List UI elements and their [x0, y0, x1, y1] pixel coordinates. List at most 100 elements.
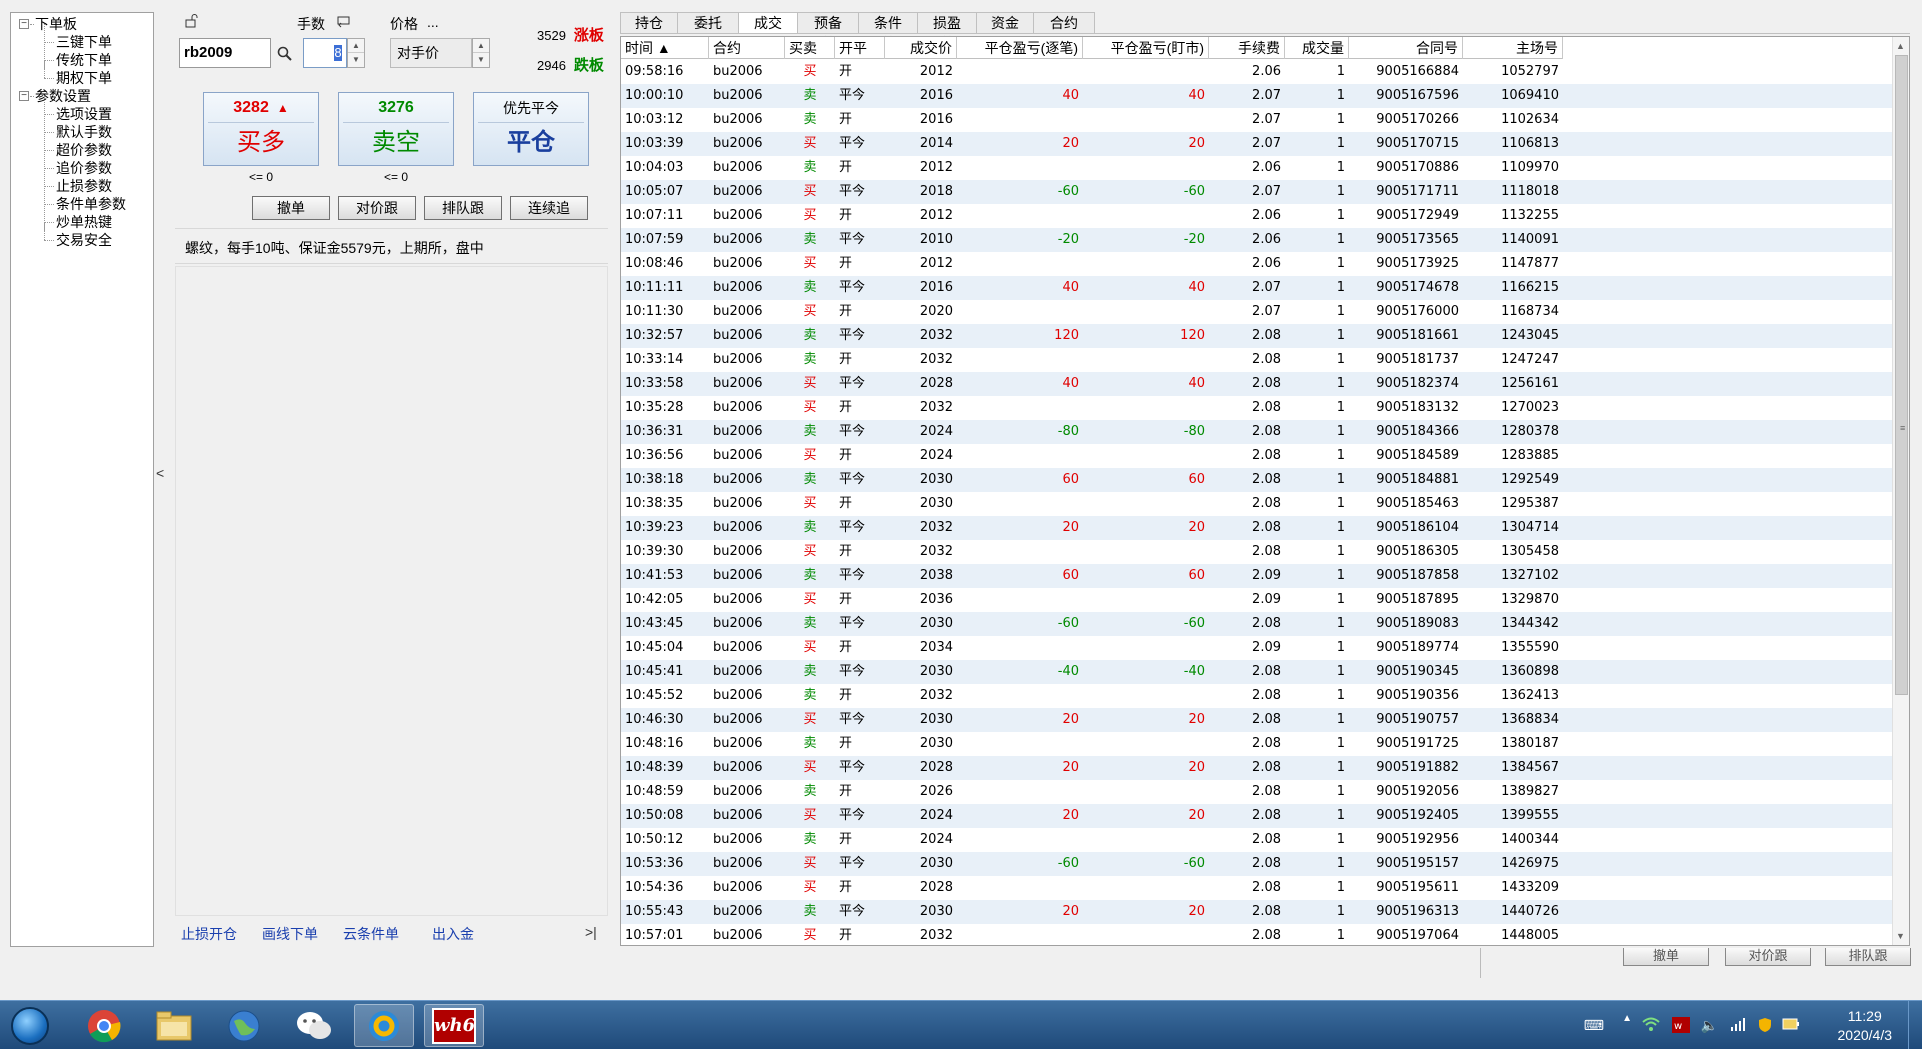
stop-loss-open-link[interactable]: 止损开仓 — [181, 924, 237, 944]
tree-item[interactable]: 止损参数 — [11, 168, 153, 195]
collapse-toggle-icon[interactable]: − — [19, 91, 29, 101]
browser-icon[interactable] — [354, 1004, 414, 1047]
tab[interactable]: 资金 — [976, 12, 1034, 34]
tree-item[interactable]: 选项设置 — [11, 96, 153, 123]
start-button[interactable] — [6, 1004, 54, 1047]
tree-group[interactable]: − 参数设置 — [11, 87, 153, 105]
continuous-chase-button[interactable]: 连续追 — [510, 196, 588, 220]
table-row[interactable]: 10:42:05 bu2006 买 开 2036 2.09 1 9005187895 13298… — [621, 588, 1893, 612]
battery-icon[interactable] — [1782, 1017, 1800, 1033]
scroll-down-icon[interactable]: ▼ — [1896, 931, 1905, 941]
price-more-button[interactable]: ... — [427, 14, 439, 30]
tree-item[interactable]: 三键下单 — [11, 24, 153, 51]
table-row[interactable]: 10:39:23 bu2006 卖 平今 2032 20 20 2.08 1 9005186104… — [621, 516, 1893, 540]
table-row[interactable]: 10:45:04 bu2006 买 开 2034 2.09 1 9005189774 13555… — [621, 636, 1893, 660]
tree-item[interactable]: 超价参数 — [11, 132, 153, 159]
qty-up-icon[interactable]: ▲ — [348, 39, 364, 53]
sell-short-button[interactable]: 3276 卖空 — [338, 92, 454, 166]
price-stepper[interactable]: ▲ ▼ — [472, 38, 490, 68]
qty-input[interactable]: 8 — [303, 38, 347, 68]
symbol-input[interactable]: rb2009 — [179, 38, 271, 68]
volume-icon[interactable]: 🔈 — [1701, 1017, 1718, 1034]
table-row[interactable]: 10:36:56 bu2006 买 开 2024 2.08 1 9005184589 12838… — [621, 444, 1893, 468]
cancel-order-button[interactable]: 撤单 — [252, 196, 330, 220]
table-row[interactable]: 10:33:14 bu2006 卖 开 2032 2.08 1 9005181737 12472… — [621, 348, 1893, 372]
wh6-tray-icon[interactable]: w — [1672, 1017, 1690, 1036]
tab[interactable]: 成交 — [738, 12, 798, 34]
column-header[interactable]: 开平 — [835, 37, 885, 59]
skip-end-icon[interactable]: >| — [585, 924, 597, 940]
qty-down-icon[interactable]: ▼ — [348, 53, 364, 67]
column-header[interactable]: 合同号 — [1349, 37, 1463, 59]
table-row[interactable]: 10:48:16 bu2006 卖 开 2030 2.08 1 9005191725 13801… — [621, 732, 1893, 756]
table-row[interactable]: 10:05:07 bu2006 买 平今 2018 -60 -60 2.07 1 90051717… — [621, 180, 1893, 204]
column-header[interactable]: 成交量 — [1285, 37, 1349, 59]
collapse-panel-icon[interactable]: < — [156, 465, 168, 481]
table-row[interactable]: 10:45:41 bu2006 卖 平今 2030 -40 -40 2.08 1 90051903… — [621, 660, 1893, 684]
close-position-button[interactable]: 优先平今 平仓 — [473, 92, 589, 166]
table-row[interactable]: 10:03:39 bu2006 买 平今 2014 20 20 2.07 1 9005170715… — [621, 132, 1893, 156]
shield-icon[interactable] — [1758, 1017, 1772, 1036]
column-header[interactable]: 主场号 — [1463, 37, 1563, 59]
unlock-icon[interactable] — [183, 13, 201, 29]
follow-counter-price-button[interactable]: 对价跟 — [338, 196, 416, 220]
network-signal-icon[interactable] — [1730, 1017, 1746, 1034]
table-row[interactable]: 10:07:59 bu2006 卖 平今 2010 -20 -20 2.06 1 90051735… — [621, 228, 1893, 252]
table-row[interactable]: 10:43:45 bu2006 卖 平今 2030 -60 -60 2.08 1 90051890… — [621, 612, 1893, 636]
wifi-icon[interactable] — [1642, 1017, 1660, 1034]
table-row[interactable]: 10:48:59 bu2006 卖 开 2026 2.08 1 9005192056 13898… — [621, 780, 1893, 804]
vertical-scrollbar[interactable]: ▲ ≡ ▼ — [1892, 37, 1909, 945]
table-row[interactable]: 10:38:35 bu2006 买 开 2030 2.08 1 9005185463 12953… — [621, 492, 1893, 516]
table-row[interactable]: 10:50:12 bu2006 卖 开 2024 2.08 1 9005192956 14003… — [621, 828, 1893, 852]
column-header[interactable]: 成交价 — [885, 37, 957, 59]
table-row[interactable]: 10:08:46 bu2006 买 开 2012 2.06 1 9005173925 11478… — [621, 252, 1893, 276]
table-row[interactable]: 10:53:36 bu2006 买 平今 2030 -60 -60 2.08 1 90051951… — [621, 852, 1893, 876]
table-row[interactable]: 10:50:08 bu2006 买 平今 2024 20 20 2.08 1 9005192405… — [621, 804, 1893, 828]
keyboard-icon[interactable]: ⌨ — [1584, 1017, 1604, 1034]
tab[interactable]: 预备单 — [797, 12, 859, 51]
tree-item[interactable]: 交易安全 — [11, 222, 153, 249]
tree-item[interactable]: 期权下单 — [11, 60, 153, 87]
scroll-up-icon[interactable]: ▲ — [1896, 41, 1905, 51]
table-row[interactable]: 10:55:43 bu2006 卖 平今 2030 20 20 2.08 1 9005196313… — [621, 900, 1893, 924]
tree-group[interactable]: − 下单板 — [11, 15, 153, 33]
price-type-field[interactable]: 对手价 — [390, 38, 472, 68]
search-icon[interactable] — [275, 45, 293, 61]
table-row[interactable]: 10:07:11 bu2006 买 开 2012 2.06 1 9005172949 11322… — [621, 204, 1893, 228]
explorer-icon[interactable] — [144, 1004, 204, 1047]
price-down-icon[interactable]: ▼ — [473, 53, 489, 67]
table-row[interactable]: 09:58:16 bu2006 买 开 2012 2.06 1 9005166884 10527… — [621, 60, 1893, 84]
table-row[interactable]: 10:04:03 bu2006 卖 开 2012 2.06 1 9005170886 11099… — [621, 156, 1893, 180]
price-up-icon[interactable]: ▲ — [473, 39, 489, 53]
table-row[interactable]: 10:39:30 bu2006 买 开 2032 2.08 1 9005186305 13054… — [621, 540, 1893, 564]
tab[interactable]: 委托 — [677, 12, 739, 34]
show-desktop-button[interactable] — [1908, 1001, 1922, 1049]
table-row[interactable]: 10:46:30 bu2006 买 平今 2030 20 20 2.08 1 9005190757… — [621, 708, 1893, 732]
table-row[interactable]: 10:54:36 bu2006 买 开 2028 2.08 1 9005195611 14332… — [621, 876, 1893, 900]
table-row[interactable]: 10:48:39 bu2006 买 平今 2028 20 20 2.08 1 9005191882… — [621, 756, 1893, 780]
system-clock[interactable]: 11:29 2020/4/3 — [1838, 1007, 1893, 1045]
tab[interactable]: 条件单 — [858, 12, 918, 51]
chrome-icon[interactable] — [74, 1004, 134, 1047]
wechat-icon[interactable] — [284, 1004, 344, 1047]
table-row[interactable]: 10:03:12 bu2006 卖 开 2016 2.07 1 9005170266 11026… — [621, 108, 1893, 132]
tree-item[interactable]: 炒单热键 — [11, 204, 153, 231]
tab[interactable]: 合约 — [1033, 12, 1095, 34]
cloud-condition-link[interactable]: 云条件单 — [343, 924, 399, 944]
follow-queue-button[interactable]: 排队跟 — [424, 196, 502, 220]
tab[interactable]: 损盈单 — [917, 12, 977, 51]
column-header[interactable]: 买卖 — [785, 37, 835, 59]
deposit-withdraw-link[interactable]: 出入金 — [432, 924, 474, 944]
table-row[interactable]: 10:45:52 bu2006 卖 开 2032 2.08 1 9005190356 13624… — [621, 684, 1893, 708]
column-header[interactable]: 平仓盈亏(逐笔) — [957, 37, 1083, 59]
table-row[interactable]: 10:11:30 bu2006 买 开 2020 2.07 1 9005176000 11687… — [621, 300, 1893, 324]
table-row[interactable]: 10:36:31 bu2006 卖 平今 2024 -80 -80 2.08 1 90051843… — [621, 420, 1893, 444]
column-header[interactable]: 时间 ▲ — [621, 37, 709, 59]
table-row[interactable]: 10:11:11 bu2006 卖 平今 2016 40 40 2.07 1 9005174678… — [621, 276, 1893, 300]
table-row[interactable]: 10:00:10 bu2006 卖 平今 2016 40 40 2.07 1 9005167596… — [621, 84, 1893, 108]
table-row[interactable]: 10:57:01 bu2006 买 开 2032 2.08 1 9005197064 14480… — [621, 924, 1893, 945]
qty-stepper[interactable]: ▲ ▼ — [347, 38, 365, 68]
line-order-link[interactable]: 画线下单 — [262, 924, 318, 944]
column-header[interactable]: 平仓盈亏(盯市) — [1083, 37, 1209, 59]
wh6-app[interactable]: wh6 — [424, 1004, 484, 1047]
